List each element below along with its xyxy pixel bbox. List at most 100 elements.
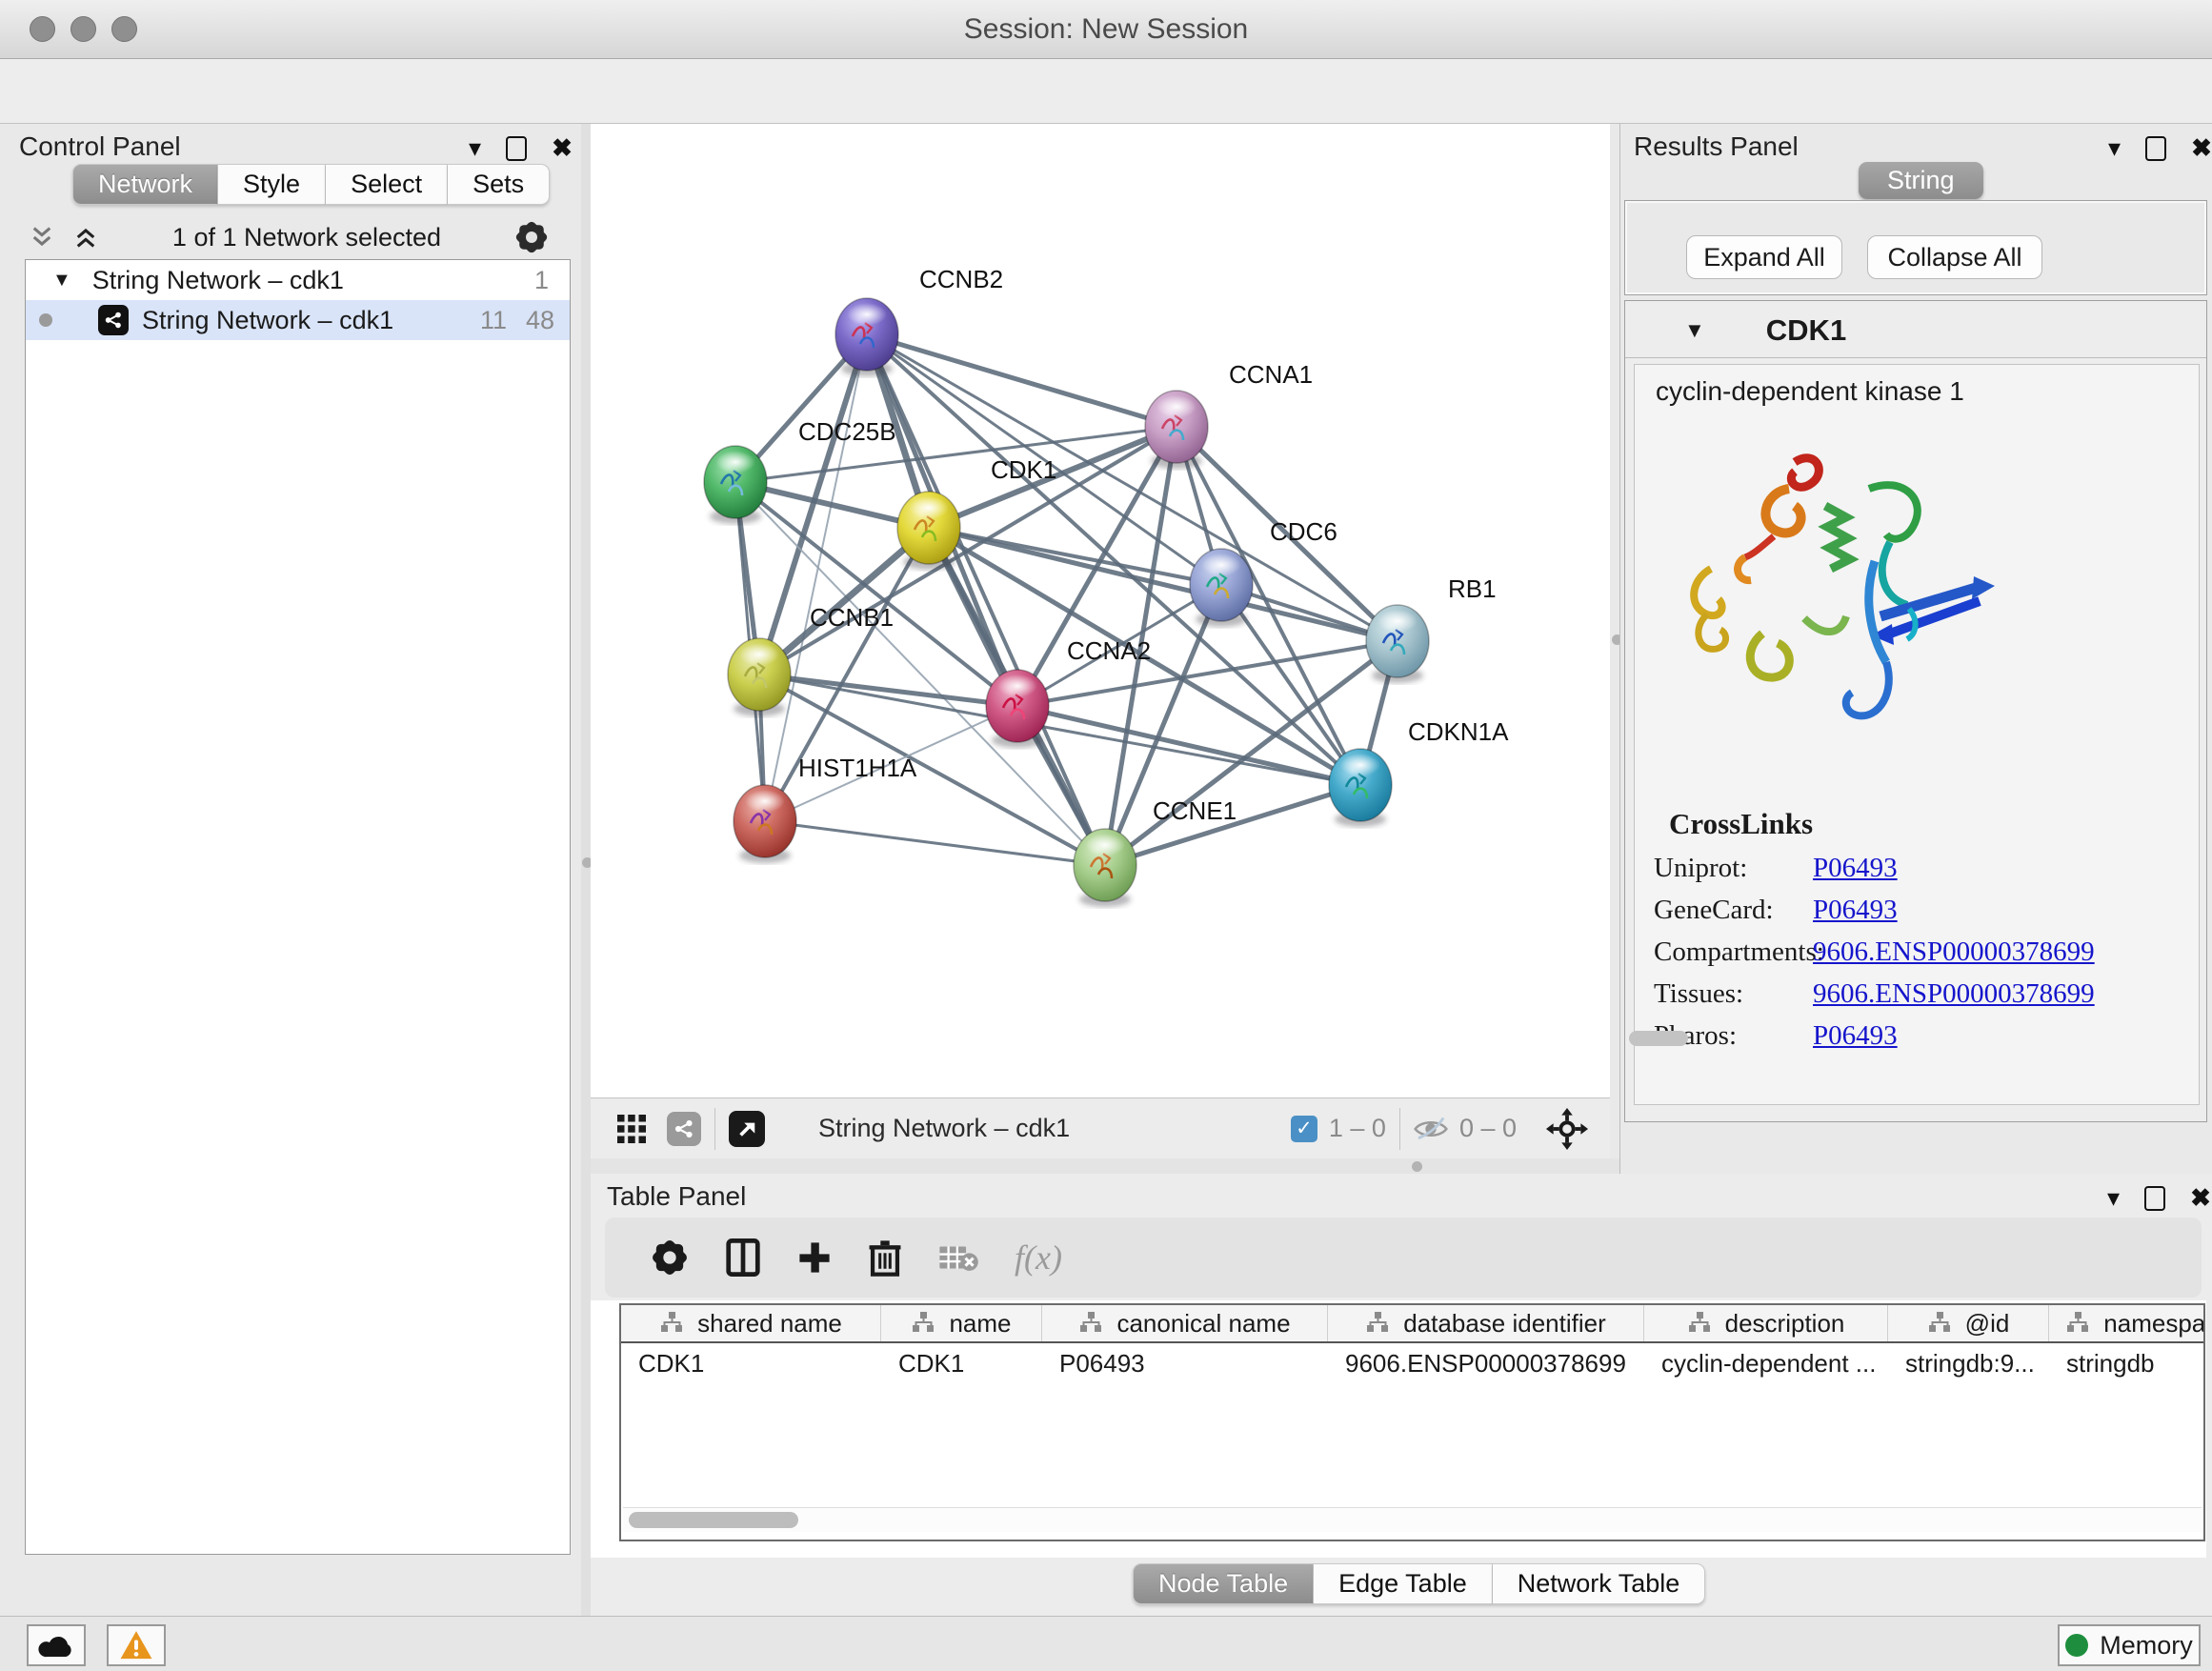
table-cell[interactable]: stringdb [2049, 1349, 2205, 1379]
expand-all-networks-icon[interactable] [29, 225, 55, 250]
memory-button[interactable]: Memory [2058, 1624, 2201, 1666]
crosslink-link[interactable]: P06493 [1813, 895, 1898, 926]
network-collection-row[interactable]: ▼ String Network – cdk1 1 [26, 260, 570, 300]
collapse-all-networks-icon[interactable] [72, 225, 99, 250]
table-cell[interactable]: cyclin-dependent ... [1644, 1349, 1888, 1379]
column-header-label: @id [1965, 1309, 2010, 1339]
network-node-cdkn1a[interactable]: CDKN1A [1329, 717, 1509, 827]
network-edge[interactable] [867, 334, 1105, 865]
show-columns-icon[interactable] [725, 1238, 761, 1277]
warnings-button[interactable] [107, 1624, 166, 1666]
expand-all-button[interactable]: Expand All [1686, 235, 1842, 279]
protein-header-row[interactable]: ▼ CDK1 [1625, 303, 2206, 358]
network-node-ccna1[interactable]: CCNA1 [1145, 360, 1313, 469]
pan-crosshair-icon[interactable] [1545, 1107, 1589, 1151]
network-share-badge-icon[interactable] [667, 1112, 701, 1146]
network-options-gear-icon[interactable] [514, 220, 549, 254]
tab-style[interactable]: Style [218, 164, 326, 205]
collapse-protein-icon[interactable]: ▼ [1684, 318, 1705, 343]
table-options-gear-icon[interactable] [651, 1238, 689, 1277]
window-titlebar: Session: New Session [0, 0, 2212, 59]
collapse-panel-icon[interactable]: ▾ [2107, 1183, 2120, 1213]
network-nodes[interactable]: CCNB2CCNA1CDC25BCDK1CDC6RB1CCNB1CCNA2CDK… [704, 265, 1509, 907]
column-header-name[interactable]: name [881, 1305, 1042, 1341]
column-header-namespace[interactable]: namespace [2049, 1305, 2205, 1341]
node-label: CDK1 [991, 455, 1056, 484]
network-edge[interactable] [867, 334, 1398, 641]
table-cell[interactable]: CDK1 [621, 1349, 881, 1379]
table-cell[interactable]: stringdb:9... [1888, 1349, 2049, 1379]
node-label: CCNE1 [1153, 796, 1237, 825]
crosslinks-list: Uniprot:P06493GeneCard:P06493Compartment… [1635, 853, 2199, 1062]
crosslink-link[interactable]: 9606.ENSP00000378699 [1813, 936, 2095, 968]
network-edge[interactable] [765, 334, 867, 821]
tab-sets[interactable]: Sets [448, 164, 550, 205]
network-edge[interactable] [765, 821, 1105, 865]
column-tree-icon [911, 1311, 935, 1336]
collapse-all-button[interactable]: Collapse All [1867, 235, 2042, 279]
crosslink-link[interactable]: 9606.ENSP00000378699 [1813, 978, 2095, 1010]
panel-divider[interactable] [581, 124, 591, 1616]
table-cell[interactable]: 9606.ENSP00000378699 [1328, 1349, 1644, 1379]
collapse-panel-icon[interactable]: ▾ [2108, 133, 2121, 163]
tab-network-table[interactable]: Network Table [1493, 1563, 1706, 1604]
column-tree-icon [1365, 1311, 1390, 1336]
column-header-description[interactable]: description [1644, 1305, 1888, 1341]
collapse-panel-icon[interactable]: ▾ [469, 133, 481, 163]
selected-counts: 1 – 0 [1329, 1114, 1386, 1143]
hscrollbar-thumb[interactable] [629, 1512, 798, 1528]
delete-column-icon[interactable] [868, 1238, 902, 1277]
divider-handle[interactable] [1412, 1161, 1422, 1172]
cloud-icon [38, 1632, 74, 1659]
results-hscrollbar[interactable] [1629, 1031, 1688, 1046]
column-header-canonical-name[interactable]: canonical name [1042, 1305, 1328, 1341]
network-selection-status: 1 of 1 Network selected [99, 223, 514, 252]
network-canvas[interactable]: CCNB2CCNA1CDC25BCDK1CDC6RB1CCNB1CCNA2CDK… [591, 124, 1610, 1097]
birdseye-grid-icon[interactable] [617, 1115, 646, 1143]
tab-network[interactable]: Network [72, 164, 218, 205]
crosslink-link[interactable]: P06493 [1813, 1020, 1898, 1052]
detach-view-icon[interactable] [729, 1111, 765, 1147]
network-edge[interactable] [759, 674, 1017, 706]
network-node-rb1[interactable]: RB1 [1366, 574, 1497, 683]
network-edge[interactable] [1017, 706, 1360, 785]
network-row-selected[interactable]: String Network – cdk1 11 48 [26, 300, 570, 340]
tab-string[interactable]: String [1859, 162, 1983, 199]
protein-description: cyclin-dependent kinase 1 [1656, 376, 1964, 407]
node-table[interactable]: shared namename canonical name database id… [619, 1303, 2205, 1541]
float-panel-icon[interactable] [2144, 1186, 2165, 1211]
column-header-shared-name[interactable]: shared name [621, 1305, 881, 1341]
network-node-cdc25b[interactable]: CDC25B [704, 417, 896, 524]
hidden-eye-slash-icon[interactable] [1414, 1117, 1448, 1141]
network-edge[interactable] [867, 334, 1176, 427]
delete-table-icon[interactable] [938, 1243, 978, 1272]
selected-checkbox-icon[interactable]: ✓ [1291, 1116, 1317, 1142]
table-hscrollbar[interactable] [623, 1507, 2202, 1532]
tab-select[interactable]: Select [326, 164, 448, 205]
table-cell[interactable]: CDK1 [881, 1349, 1042, 1379]
node-label: CDC6 [1270, 517, 1337, 546]
column-header-label: canonical name [1116, 1309, 1290, 1339]
close-panel-icon[interactable]: ✖ [552, 133, 573, 163]
add-column-icon[interactable] [797, 1240, 832, 1275]
close-panel-icon[interactable]: ✖ [2190, 1183, 2211, 1213]
results-button-box: Expand All Collapse All [1624, 200, 2207, 295]
float-panel-icon[interactable] [506, 136, 527, 161]
column-tree-icon [2065, 1311, 2090, 1336]
tab-node-table[interactable]: Node Table [1133, 1563, 1314, 1604]
footer-network-name: String Network – cdk1 [818, 1114, 1070, 1143]
table-cell[interactable]: P06493 [1042, 1349, 1328, 1379]
tab-edge-table[interactable]: Edge Table [1314, 1563, 1493, 1604]
crosslink-link[interactable]: P06493 [1813, 853, 1898, 884]
protein-details: cyclin-dependent kinase 1 [1634, 364, 2200, 1105]
column-header-database-identifier[interactable]: database identifier [1328, 1305, 1644, 1341]
close-panel-icon[interactable]: ✖ [2191, 133, 2212, 163]
equation-builder-fx[interactable]: f(x) [1015, 1238, 1062, 1278]
collection-name: String Network – cdk1 [92, 266, 344, 295]
column-header--id[interactable]: @id [1888, 1305, 2049, 1341]
network-node-ccnb2[interactable]: CCNB2 [835, 265, 1003, 376]
float-panel-icon[interactable] [2145, 136, 2166, 161]
tree-expand-icon[interactable]: ▼ [52, 270, 71, 292]
table-row[interactable]: CDK1CDK1P064939606.ENSP00000378699cyclin… [621, 1343, 2203, 1383]
cloud-status-button[interactable] [27, 1624, 86, 1666]
